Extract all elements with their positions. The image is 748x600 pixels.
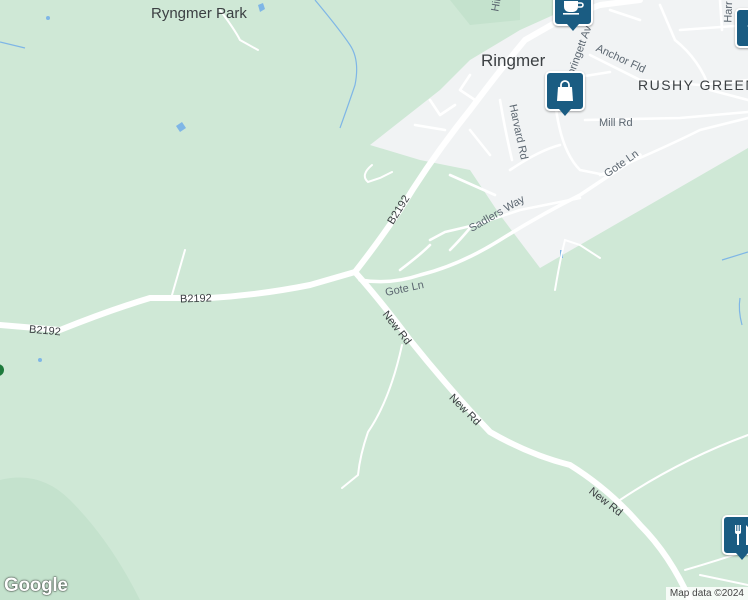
poi-shopping[interactable] [545, 71, 585, 116]
road-label-mill-rd: Mill Rd [599, 117, 633, 129]
poi-restaurant[interactable] [722, 515, 748, 560]
road-label-harr: Harr [722, 1, 736, 23]
google-logo[interactable]: Google [4, 575, 68, 597]
shopping-bag-icon [557, 80, 573, 101]
place-ringmer[interactable]: Ringmer [481, 51, 545, 71]
cafe-icon [563, 1, 584, 15]
restaurant-icon [735, 525, 748, 545]
road-label-b2192-b: B2192 [179, 292, 213, 306]
poi-cafe[interactable] [553, 0, 593, 31]
map-attribution[interactable]: Map data ©2024 [665, 587, 748, 600]
place-ryngmer-park[interactable]: Ryngmer Park [151, 5, 247, 22]
place-rushy-green[interactable]: RUSHY GREEN [638, 77, 748, 93]
poi-school[interactable] [735, 8, 748, 48]
map-canvas[interactable] [0, 0, 748, 600]
